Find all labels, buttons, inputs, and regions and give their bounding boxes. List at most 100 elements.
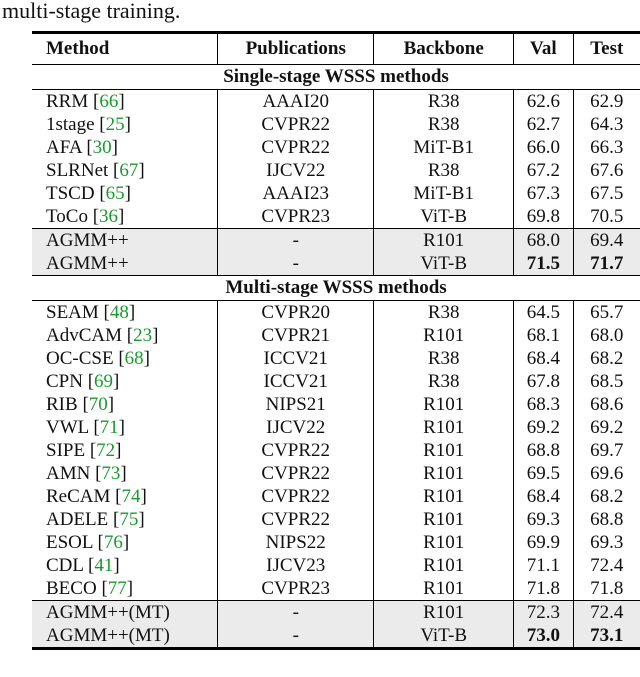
val-cell: 62.7 xyxy=(513,113,574,136)
ref-bracket-close: ] xyxy=(115,439,122,461)
method-cell: CDL [41] xyxy=(32,554,219,577)
citation-link[interactable]: 48 xyxy=(110,302,129,323)
val-cell: 68.3 xyxy=(513,393,574,416)
ref-bracket-close: ] xyxy=(138,159,145,181)
method-cell: OC-CSE [68] xyxy=(32,347,219,370)
test-cell: 71.8 xyxy=(590,577,624,599)
method-cell: SIPE [72] xyxy=(32,439,219,462)
publication-cell: - xyxy=(217,600,375,624)
backbone-cell: R101 xyxy=(373,554,515,577)
citation-link[interactable]: 66 xyxy=(99,91,118,112)
ref-bracket-open: [ xyxy=(85,439,97,461)
backbone-cell: R101 xyxy=(373,600,515,624)
val-cell: 66.0 xyxy=(513,136,574,159)
citation-link[interactable]: 68 xyxy=(125,348,144,369)
backbone-cell: R101 xyxy=(373,508,515,531)
test-cell: 70.5 xyxy=(590,205,624,227)
citation-link[interactable]: 76 xyxy=(104,532,123,553)
header-val: Val xyxy=(513,32,574,65)
backbone-cell: ViT-B xyxy=(373,205,515,229)
table-row: 1stage [25] CVPR22 R38 62.7 64.3 xyxy=(32,113,640,136)
ref-bracket-open: [ xyxy=(81,136,93,158)
ref-bracket-open: [ xyxy=(98,301,110,323)
method-name: OC-CSE xyxy=(46,347,114,369)
val-cell: 69.2 xyxy=(513,416,574,439)
backbone-cell: R101 xyxy=(373,416,515,439)
method-cell: ToCo [36] xyxy=(32,205,219,229)
citation-link[interactable]: 73 xyxy=(101,463,120,484)
table-row: SEAM [48] CVPR20 R38 64.5 65.7 xyxy=(32,300,640,324)
citation-link[interactable]: 72 xyxy=(96,440,115,461)
backbone-cell: R101 xyxy=(373,324,515,347)
citation-link[interactable]: 36 xyxy=(99,206,118,227)
val-cell: 67.8 xyxy=(513,370,574,393)
test-cell: 68.2 xyxy=(590,347,624,369)
table-row: ADELE [75] CVPR22 R101 69.3 68.8 xyxy=(32,508,640,531)
citation-link[interactable]: 71 xyxy=(100,417,119,438)
test-cell: 69.7 xyxy=(590,439,624,461)
ref-bracket-close: ] xyxy=(120,462,127,484)
method-name: RRM xyxy=(46,90,89,112)
citation-link[interactable]: 70 xyxy=(89,394,108,415)
method-cell: BECO [77] xyxy=(32,577,219,601)
method-name: SIPE xyxy=(46,439,86,461)
test-cell: 69.6 xyxy=(590,462,624,484)
citation-link[interactable]: 77 xyxy=(108,578,127,599)
table-row: OC-CSE [68] ICCV21 R38 68.4 68.2 xyxy=(32,347,640,370)
caption-text: multi-stage training. xyxy=(2,0,181,23)
method-cell: AFA [30] xyxy=(32,136,219,159)
backbone-cell: R38 xyxy=(373,89,515,113)
table-row: VWL [71] IJCV22 R101 69.2 69.2 xyxy=(32,416,640,439)
val-cell: 73.0 xyxy=(513,624,574,650)
val-cell: 71.5 xyxy=(513,252,574,276)
citation-link[interactable]: 67 xyxy=(119,160,138,181)
method-name: AMN xyxy=(46,462,91,484)
citation-link[interactable]: 25 xyxy=(106,114,125,135)
method-name: ADELE xyxy=(46,508,109,530)
publication-cell: CVPR20 xyxy=(217,300,375,324)
backbone-cell: R101 xyxy=(373,485,515,508)
test-cell: 65.7 xyxy=(590,301,624,323)
method-name: SLRNet xyxy=(46,159,109,181)
citation-link[interactable]: 41 xyxy=(94,555,113,576)
citation-link[interactable]: 69 xyxy=(94,371,113,392)
method-cell: VWL [71] xyxy=(32,416,219,439)
publication-cell: CVPR22 xyxy=(217,508,375,531)
citation-link[interactable]: 74 xyxy=(121,486,140,507)
method-name: TSCD xyxy=(46,182,95,204)
val-cell: 69.3 xyxy=(513,508,574,531)
ref-bracket-close: ] xyxy=(122,531,130,553)
ref-bracket-open: [ xyxy=(122,324,134,346)
citation-link[interactable]: 23 xyxy=(133,325,152,346)
backbone-cell: R101 xyxy=(373,228,515,252)
backbone-cell: ViT-B xyxy=(373,624,515,650)
val-cell: 72.3 xyxy=(513,600,574,624)
method-name: CPN xyxy=(46,370,83,392)
backbone-cell: R101 xyxy=(373,393,515,416)
publication-cell: NIPS22 xyxy=(217,531,375,554)
ref-bracket-open: [ xyxy=(94,113,106,135)
ref-bracket-open: [ xyxy=(108,159,120,181)
ref-bracket-open: [ xyxy=(87,205,100,227)
ref-bracket-open: [ xyxy=(113,347,125,369)
ref-bracket-open: [ xyxy=(96,577,108,599)
method-name: RIB xyxy=(46,393,78,415)
citation-link[interactable]: 65 xyxy=(106,183,125,204)
citation-link[interactable]: 30 xyxy=(93,137,112,158)
test-cell: 71.7 xyxy=(573,252,640,276)
backbone-cell: R101 xyxy=(373,577,515,601)
method-cell: TSCD [65] xyxy=(32,182,219,205)
table-row: AdvCAM [23] CVPR21 R101 68.1 68.0 xyxy=(32,324,640,347)
test-cell: 69.3 xyxy=(590,531,624,553)
val-cell: 68.1 xyxy=(513,324,574,347)
publication-cell: CVPR23 xyxy=(217,205,375,229)
publication-cell: - xyxy=(217,252,375,276)
table-row: ToCo [36] CVPR23 ViT-B 69.8 70.5 xyxy=(32,205,640,229)
citation-link[interactable]: 75 xyxy=(119,509,138,530)
val-cell: 69.9 xyxy=(513,531,574,554)
ref-bracket-close: ] xyxy=(111,136,118,158)
val-cell: 67.2 xyxy=(513,159,574,182)
publication-cell: CVPR21 xyxy=(217,324,375,347)
ref-bracket-close: ] xyxy=(140,485,147,507)
ref-bracket-open: [ xyxy=(88,416,100,438)
